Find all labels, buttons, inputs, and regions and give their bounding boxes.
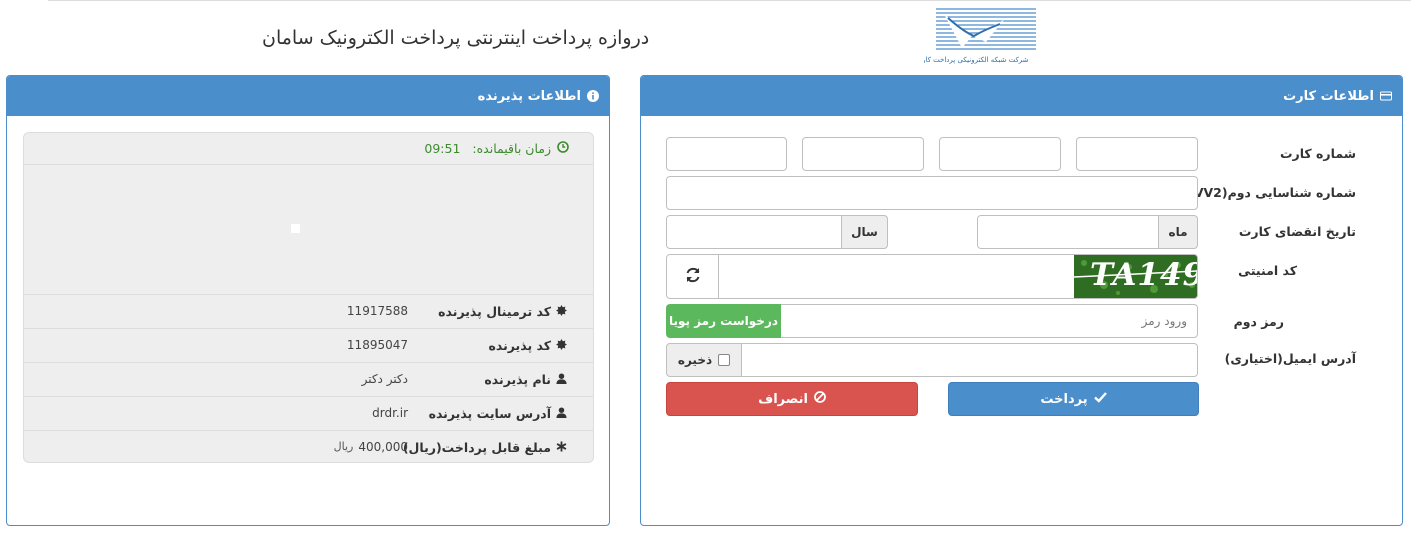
amount-label: مبلغ قابل پرداخت(ریال) (402, 440, 551, 455)
year-addon: سال (841, 215, 888, 249)
refresh-icon (684, 266, 702, 288)
amount-unit: ریال (333, 440, 354, 453)
amount-value: 400,000 (358, 440, 408, 454)
card-panel-title: اطلاعات کارت (1283, 88, 1374, 104)
pin2-label: رمز دوم (1233, 314, 1284, 329)
clock-icon (557, 141, 569, 156)
captcha-image: TA149 (1074, 255, 1198, 298)
card-number-label: شماره کارت (1279, 146, 1356, 161)
info-key-terminal: کد ترمینال پذیرنده (438, 304, 567, 319)
month-addon: ماه (1158, 215, 1198, 249)
info-row-merchant-name: نام پذیرنده دکتر دکتر (24, 363, 593, 397)
merchant-panel-title: اطلاعات پذیرنده (477, 88, 581, 104)
refresh-captcha-button[interactable] (667, 255, 719, 298)
expiry-label: تاریخ انقضای کارت (1238, 224, 1356, 239)
cvv2-input[interactable] (666, 176, 1198, 210)
merchant-logo-area (24, 165, 593, 295)
email-label: آدرس ایمیل(اختیاری) (1224, 351, 1356, 366)
asterisk-icon (556, 440, 567, 455)
info-row-merchant-code: کد پذیرنده 11895047 (24, 329, 593, 363)
merchant-site-label: آدرس سایت پذیرنده (428, 406, 551, 421)
terminal-code-label: کد ترمینال پذیرنده (438, 304, 551, 319)
cvv2-label: شماره شناسایی دوم(CVV2) (1179, 185, 1356, 200)
captcha-group: TA149 (666, 254, 1198, 299)
merchant-name-value: دکتر دکتر (361, 372, 408, 386)
check-icon (1093, 391, 1107, 407)
pay-button-label: پرداخت (1040, 391, 1088, 407)
info-row-terminal: کد ترمینال پذیرنده 11917588 (24, 295, 593, 329)
pin2-input[interactable]: ورود رمز (780, 304, 1198, 338)
captcha-label: کد امنیتی (1238, 263, 1297, 278)
timer-label: زمان باقیمانده: (472, 141, 551, 156)
credit-card-icon (1380, 90, 1392, 102)
timer-row: زمان باقیمانده: 09:51 (24, 133, 593, 165)
cancel-button-label: انصراف (758, 391, 808, 407)
expiry-year-input[interactable] (666, 215, 842, 249)
info-row-amount: مبلغ قابل پرداخت(ریال) 400,000 ریال (24, 431, 593, 462)
certificate-icon (556, 338, 567, 353)
ban-icon (814, 391, 826, 407)
user-icon (556, 406, 567, 421)
info-key-merchant-name: نام پذیرنده (484, 372, 567, 387)
merchant-info-panel: اطلاعات پذیرنده زمان باقیمانده: 09:51 کد… (6, 75, 610, 526)
top-divider (48, 0, 1411, 1)
email-input[interactable] (741, 343, 1198, 377)
merchant-panel-heading: اطلاعات پذیرنده (7, 76, 609, 116)
captcha-text: TA149 (1090, 257, 1198, 293)
info-key-amount: مبلغ قابل پرداخت(ریال) (403, 440, 567, 455)
merchant-site-value: drdr.ir (372, 406, 408, 420)
save-email-addon: ذخیره (666, 343, 742, 377)
user-icon (556, 372, 567, 387)
save-label: ذخیره (677, 353, 713, 367)
terminal-code-value: 11917588 (346, 304, 408, 318)
save-checkbox[interactable] (718, 354, 731, 366)
card-number-part-4[interactable] (666, 137, 787, 171)
timer-value: 09:51 (424, 141, 461, 156)
info-key-merchant-code: کد پذیرنده (488, 338, 567, 353)
certificate-icon (556, 304, 567, 319)
captcha-input[interactable] (719, 255, 1074, 298)
merchant-name-label: نام پذیرنده (484, 372, 551, 387)
merchant-info-box: زمان باقیمانده: 09:51 کد ترمینال پذیرنده… (23, 132, 594, 463)
card-number-part-3[interactable] (802, 137, 924, 171)
amount-value-group: 400,000 ریال (334, 440, 408, 454)
merchant-code-value: 11895047 (346, 338, 408, 352)
card-info-panel: اطلاعات کارت شماره کارت شماره شناسایی دو… (640, 75, 1403, 526)
info-key-merchant-site: آدرس سایت پذیرنده (429, 406, 567, 421)
cancel-button[interactable]: انصراف (666, 382, 918, 416)
request-otp-button[interactable]: درخواست رمز پویا (666, 304, 781, 338)
expiry-month-input[interactable] (977, 215, 1159, 249)
card-number-part-2[interactable] (939, 137, 1061, 171)
page-title: دروازه پرداخت اینترنتی پرداخت الکترونیک … (262, 27, 650, 49)
info-row-merchant-site: آدرس سایت پذیرنده drdr.ir (24, 397, 593, 431)
merchant-logo-placeholder (291, 224, 300, 233)
card-number-part-1[interactable] (1076, 137, 1198, 171)
merchant-code-label: کد پذیرنده (488, 338, 551, 353)
logo-caption: شرکت شبکه الکترونیکی پرداخت کارت (924, 56, 1029, 64)
company-logo: شرکت شبکه الکترونیکی پرداخت کارت (916, 6, 1038, 74)
info-circle-icon (587, 90, 599, 102)
pin2-placeholder: ورود رمز (1141, 314, 1187, 328)
pay-button[interactable]: پرداخت (948, 382, 1199, 416)
card-panel-heading: اطلاعات کارت (641, 76, 1402, 116)
